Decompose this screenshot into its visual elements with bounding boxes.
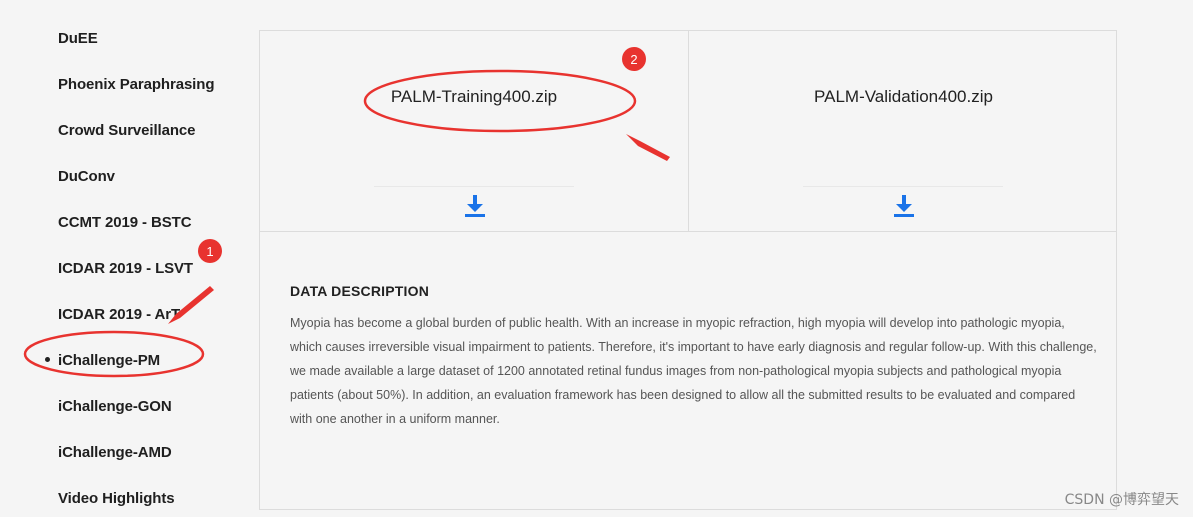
data-description: DATA DESCRIPTION Myopia has become a glo…	[290, 283, 1100, 431]
sidebar-item-icdar-2019-art[interactable]: ICDAR 2019 - ArT	[58, 306, 180, 323]
sidebar-item-ichallenge-gon[interactable]: iChallenge-GON	[58, 398, 172, 415]
watermark: CSDN @博弈望天	[1064, 492, 1179, 508]
sidebar-item-phoenix-paraphrasing[interactable]: Phoenix Paraphrasing	[58, 76, 214, 93]
file-validation: PALM-Validation400.zip	[689, 31, 1118, 231]
file-name-validation[interactable]: PALM-Validation400.zip	[689, 87, 1118, 107]
dataset-card: PALM-Training400.zip PALM-Validation400.…	[259, 30, 1117, 510]
divider	[374, 186, 574, 187]
download-training-button[interactable]	[462, 194, 488, 218]
download-icon	[465, 195, 485, 217]
sidebar-item-duconv[interactable]: DuConv	[58, 168, 115, 185]
sidebar: DuEE Phoenix Paraphrasing Crowd Surveill…	[0, 0, 240, 517]
sidebar-item-ichallenge-amd[interactable]: iChallenge-AMD	[58, 444, 172, 461]
description-text: Myopia has become a global burden of pub…	[290, 316, 1097, 426]
active-bullet	[45, 357, 50, 362]
download-validation-button[interactable]	[891, 194, 917, 218]
file-name-training[interactable]: PALM-Training400.zip	[260, 87, 688, 107]
file-downloads: PALM-Training400.zip PALM-Validation400.…	[260, 31, 1116, 232]
sidebar-item-ccmt-2019-bstc[interactable]: CCMT 2019 - BSTC	[58, 214, 192, 231]
file-training: PALM-Training400.zip	[260, 31, 689, 231]
sidebar-item-video-highlights[interactable]: Video Highlights	[58, 490, 175, 507]
divider	[803, 186, 1003, 187]
page: DuEE Phoenix Paraphrasing Crowd Surveill…	[0, 0, 1193, 517]
description-title: DATA DESCRIPTION	[290, 283, 430, 299]
sidebar-item-crowd-surveillance[interactable]: Crowd Surveillance	[58, 122, 196, 139]
download-icon	[894, 195, 914, 217]
sidebar-item-duee[interactable]: DuEE	[58, 30, 98, 47]
sidebar-item-icdar-2019-lsvt[interactable]: ICDAR 2019 - LSVT	[58, 260, 193, 277]
sidebar-item-ichallenge-pm[interactable]: iChallenge-PM	[58, 352, 160, 369]
